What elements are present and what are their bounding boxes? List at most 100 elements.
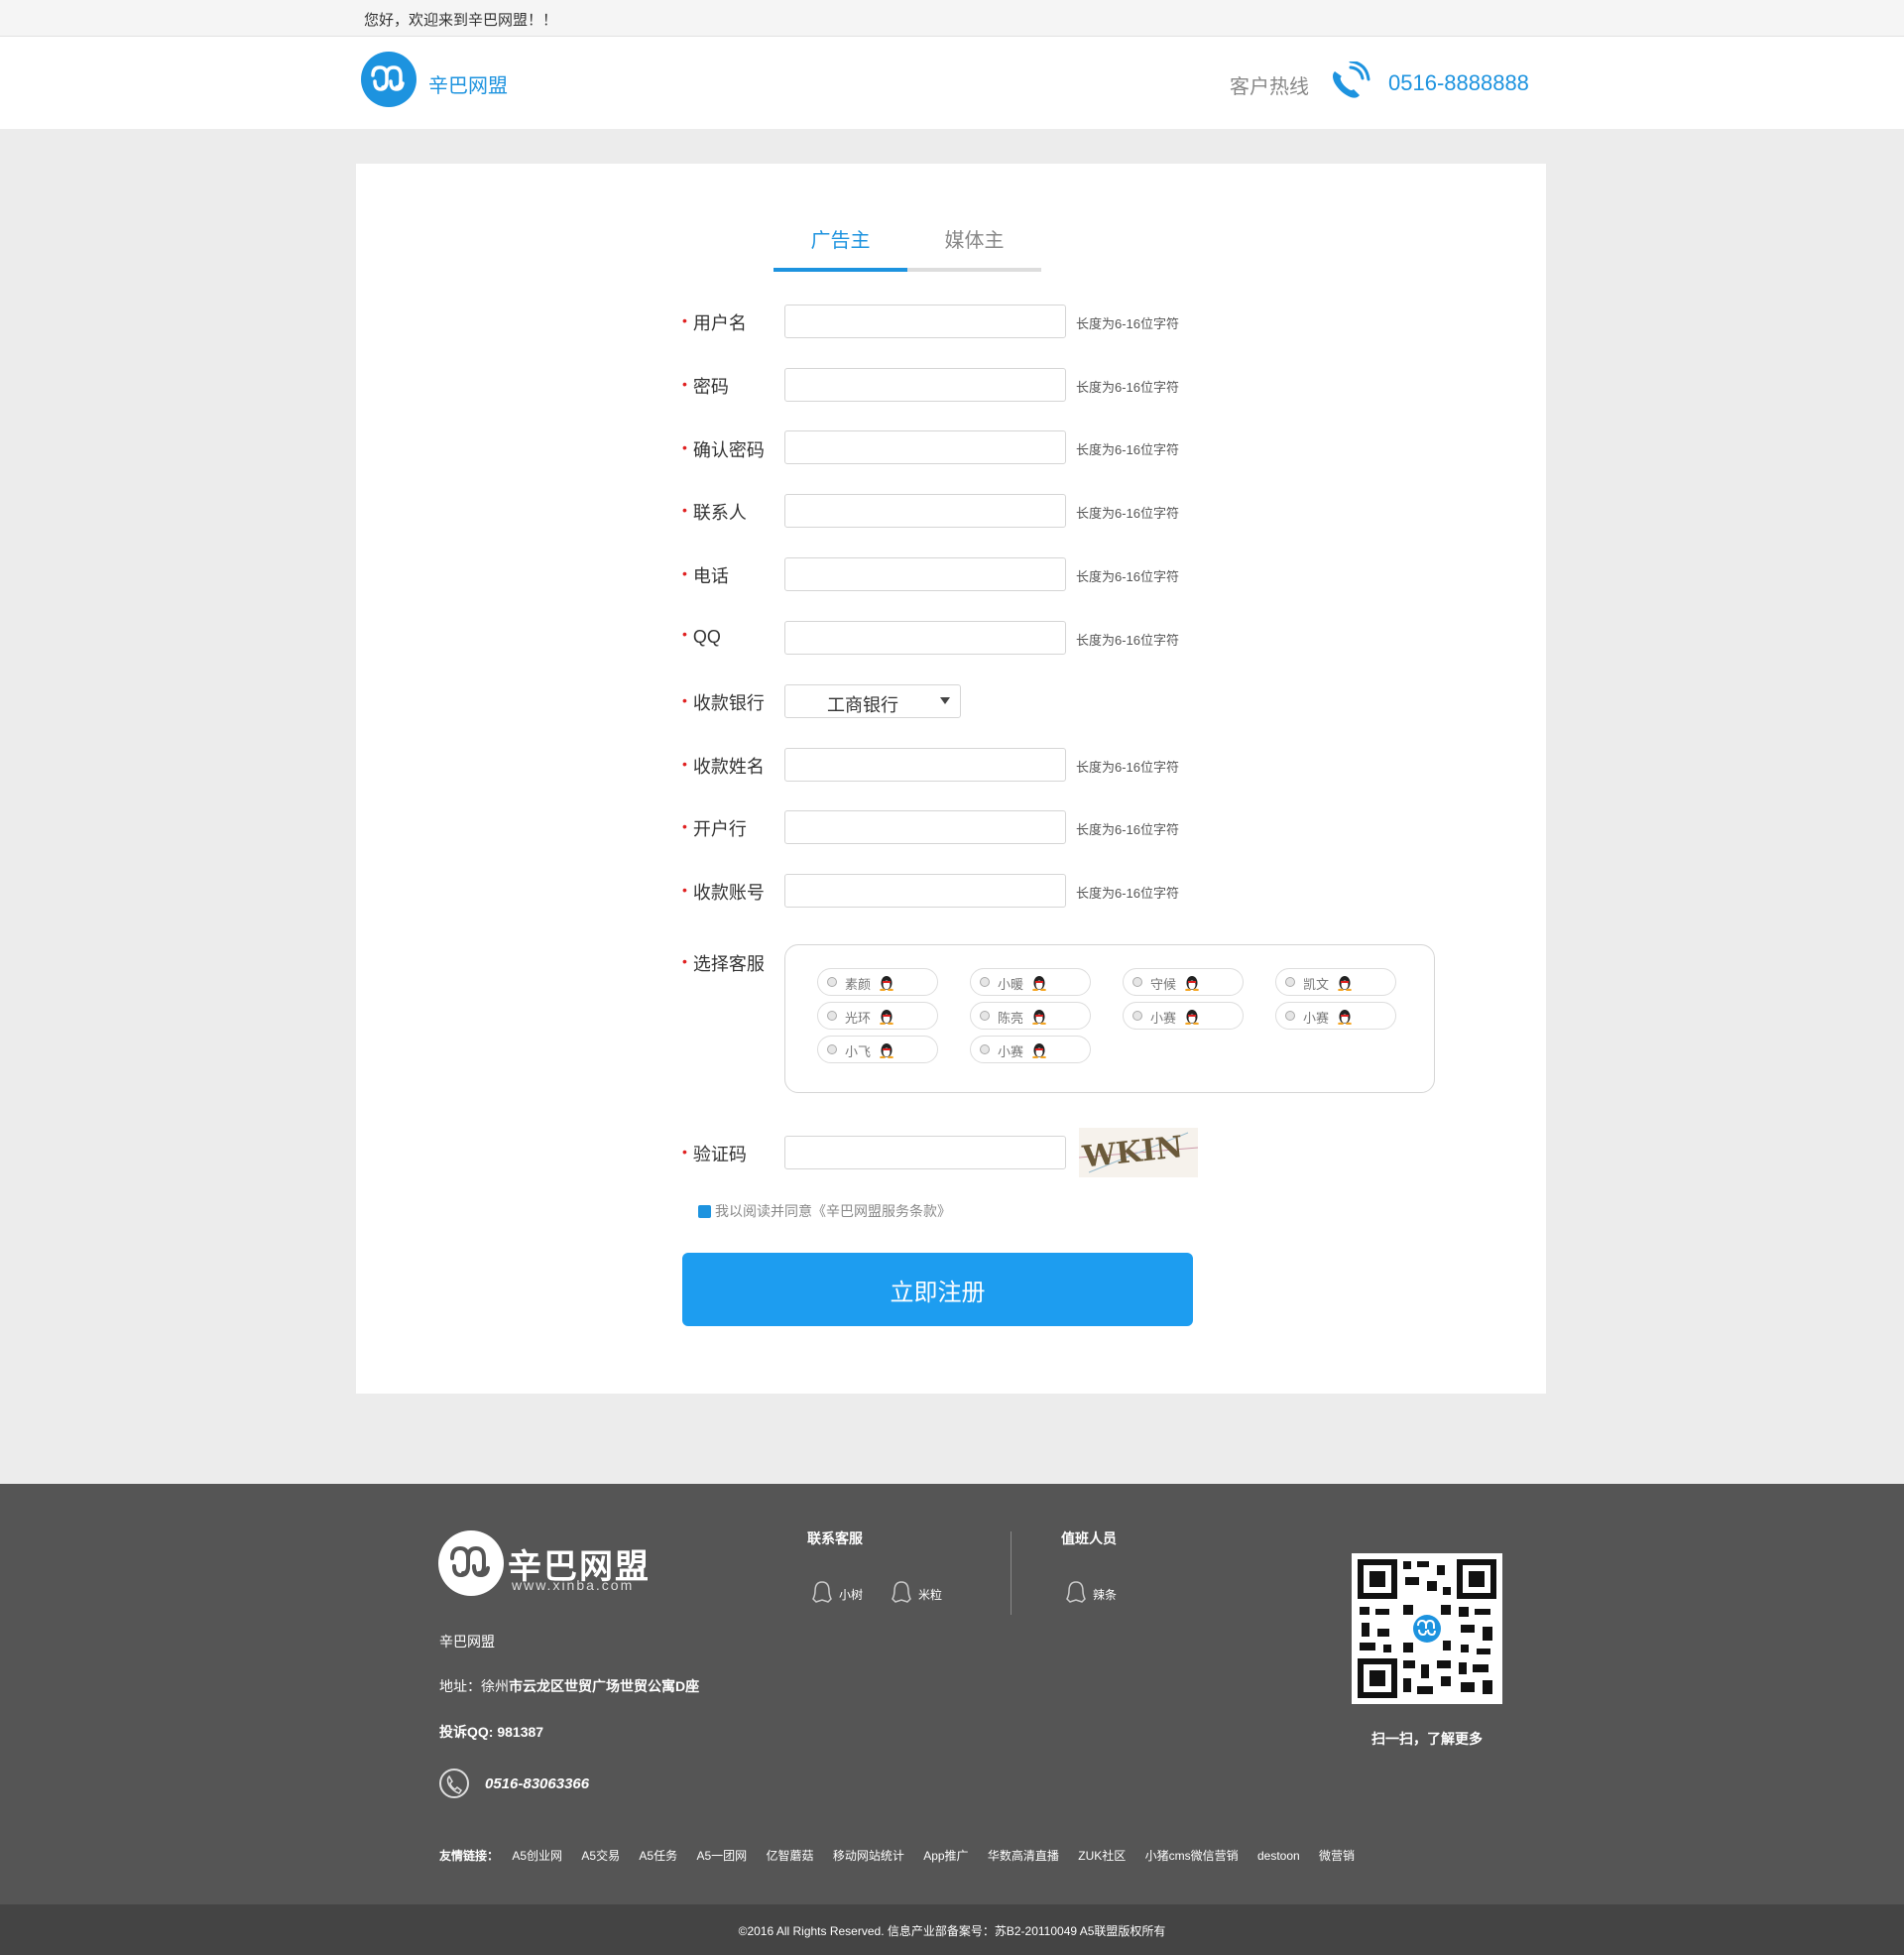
hotline-number: 0516-8888888 <box>1388 70 1529 95</box>
qq-penguin-icon <box>1185 974 1199 992</box>
phone-input[interactable] <box>784 557 1066 591</box>
customer-service-label: • 选择客服 <box>682 953 765 974</box>
radio-icon <box>827 1044 837 1054</box>
password-hint: 长度为6-16位字符 <box>1076 380 1180 395</box>
contact-person-label: • 联系人 <box>682 502 747 523</box>
friend-links-label: 友情链接： <box>439 1849 500 1863</box>
cs-option[interactable]: 守候 <box>1123 968 1244 996</box>
friend-link[interactable]: A5任务 <box>639 1849 677 1863</box>
footer-divider <box>1011 1531 1012 1615</box>
qq-penguin-icon <box>1032 1008 1046 1026</box>
radio-icon <box>1132 977 1142 987</box>
footer-company: 辛巴网盟 <box>439 1634 495 1650</box>
friend-link[interactable]: 移动网站统计 <box>833 1849 904 1863</box>
cs-option[interactable]: 小赛 <box>1275 1002 1396 1030</box>
cs-option[interactable]: 小暖 <box>970 968 1091 996</box>
qq-penguin-icon <box>1338 1008 1352 1026</box>
logo-icon[interactable] <box>361 52 416 107</box>
qq-input[interactable] <box>784 621 1066 655</box>
qq-penguin-icon <box>1338 974 1352 992</box>
chevron-down-icon <box>940 697 950 704</box>
radio-icon <box>827 1011 837 1021</box>
qq-penguin-icon <box>1032 974 1046 992</box>
confirm-password-label: • 确认密码 <box>682 439 765 460</box>
password-input[interactable] <box>784 368 1066 402</box>
footer-brand-url: www.xinba.com <box>512 1577 635 1593</box>
friend-link[interactable]: A5一团网 <box>696 1849 747 1863</box>
qr-code-icon <box>1352 1553 1502 1704</box>
register-button[interactable]: 立即注册 <box>682 1253 1193 1326</box>
qq-penguin-icon <box>1032 1041 1046 1059</box>
opening-bank-label: • 开户行 <box>682 818 747 839</box>
friend-link[interactable]: A5交易 <box>581 1849 620 1863</box>
duty-person-link[interactable]: 辣条 <box>1066 1581 1117 1603</box>
cs-option[interactable]: 小赛 <box>970 1036 1091 1063</box>
password-label: • 密码 <box>682 376 729 397</box>
radio-icon <box>1285 977 1295 987</box>
confirm-password-hint: 长度为6-16位字符 <box>1076 442 1180 457</box>
radio-icon <box>980 1011 990 1021</box>
opening-bank-hint: 长度为6-16位字符 <box>1076 822 1180 837</box>
qq-outline-icon <box>811 1580 833 1604</box>
contact-person-hint: 长度为6-16位字符 <box>1076 506 1180 521</box>
footer-complaint-qq: 投诉QQ: 981387 <box>439 1724 544 1740</box>
bank-select[interactable]: 工商银行 <box>784 684 961 718</box>
friend-link[interactable]: ZUK社区 <box>1078 1849 1126 1863</box>
svg-text:WKIN: WKIN <box>1080 1130 1184 1174</box>
qr-caption: 扫一扫，了解更多 <box>1371 1731 1483 1747</box>
cs-option[interactable]: 素颜 <box>817 968 938 996</box>
username-input[interactable] <box>784 305 1066 338</box>
username-hint: 长度为6-16位字符 <box>1076 316 1180 331</box>
contact-title: 联系客服 <box>807 1530 863 1546</box>
radio-icon <box>1285 1011 1295 1021</box>
cs-option[interactable]: 凯文 <box>1275 968 1396 996</box>
brand-name[interactable]: 辛巴网盟 <box>428 69 508 98</box>
opening-bank-input[interactable] <box>784 810 1066 844</box>
copyright-text: ©2016 All Rights Reserved. 信息产业部备案号：苏B2-… <box>738 1924 1166 1938</box>
cs-option[interactable]: 光环 <box>817 1002 938 1030</box>
payee-name-hint: 长度为6-16位字符 <box>1076 760 1180 775</box>
bank-selected-value: 工商银行 <box>827 695 898 715</box>
friend-link[interactable]: 华数高清直播 <box>988 1849 1059 1863</box>
payee-name-input[interactable] <box>784 748 1066 782</box>
friend-link[interactable]: 亿智蘑菇 <box>766 1849 813 1863</box>
radio-icon <box>980 1044 990 1054</box>
account-number-input[interactable] <box>784 874 1066 908</box>
captcha-input[interactable] <box>784 1136 1066 1169</box>
header: 辛巴网盟 客户热线 0516-8888888 <box>0 37 1904 129</box>
qq-penguin-icon <box>880 974 893 992</box>
contact-person-link[interactable]: 米粒 <box>892 1581 942 1603</box>
greeting-text: 您好，欢迎来到辛巴网盟！！ <box>364 12 558 29</box>
captcha-label: • 验证码 <box>682 1144 747 1164</box>
tab-media-owner[interactable]: 媒体主 <box>907 216 1041 272</box>
agreement-text: 我以阅读并同意《辛巴网盟服务条款》 <box>715 1203 951 1219</box>
contact-person-input[interactable] <box>784 494 1066 528</box>
captcha-image[interactable]: WKIN <box>1078 1128 1199 1177</box>
cs-option[interactable]: 小赛 <box>1123 1002 1244 1030</box>
qq-hint: 长度为6-16位字符 <box>1076 633 1180 648</box>
friend-link[interactable]: A5创业网 <box>512 1849 562 1863</box>
contact-person-link[interactable]: 小树 <box>812 1581 863 1603</box>
copyright-bar: ©2016 All Rights Reserved. 信息产业部备案号：苏B2-… <box>0 1904 1904 1955</box>
friend-link[interactable]: 微营销 <box>1319 1849 1355 1863</box>
footer-logo-icon <box>438 1530 504 1596</box>
agreement-checkbox[interactable]: 我以阅读并同意《辛巴网盟服务条款》 <box>698 1201 951 1221</box>
friend-link[interactable]: App推广 <box>923 1849 968 1863</box>
friend-links: 友情链接： A5创业网 A5交易 A5任务 A5一团网 亿智蘑菇 移动网站统计 … <box>439 1847 1370 1864</box>
phone-icon <box>439 1769 469 1798</box>
qq-label: • QQ <box>682 626 721 647</box>
footer-address: 地址：徐州市云龙区世贸广场世贸公寓D座 <box>439 1678 700 1694</box>
hotline-label: 客户热线 <box>1230 76 1309 98</box>
confirm-password-input[interactable] <box>784 430 1066 464</box>
friend-link[interactable]: 小猪cms微信营销 <box>1145 1849 1239 1863</box>
phone-label: • 电话 <box>682 565 729 586</box>
friend-link[interactable]: destoon <box>1257 1849 1300 1863</box>
cs-option[interactable]: 陈亮 <box>970 1002 1091 1030</box>
cs-option[interactable]: 小飞 <box>817 1036 938 1063</box>
footer-phone: 0516-83063366 <box>485 1775 590 1792</box>
tab-advertiser[interactable]: 广告主 <box>774 216 907 272</box>
radio-icon <box>1132 1011 1142 1021</box>
checkbox-checked-icon <box>698 1205 711 1218</box>
payee-name-label: • 收款姓名 <box>682 756 765 777</box>
qq-outline-icon <box>891 1580 912 1604</box>
